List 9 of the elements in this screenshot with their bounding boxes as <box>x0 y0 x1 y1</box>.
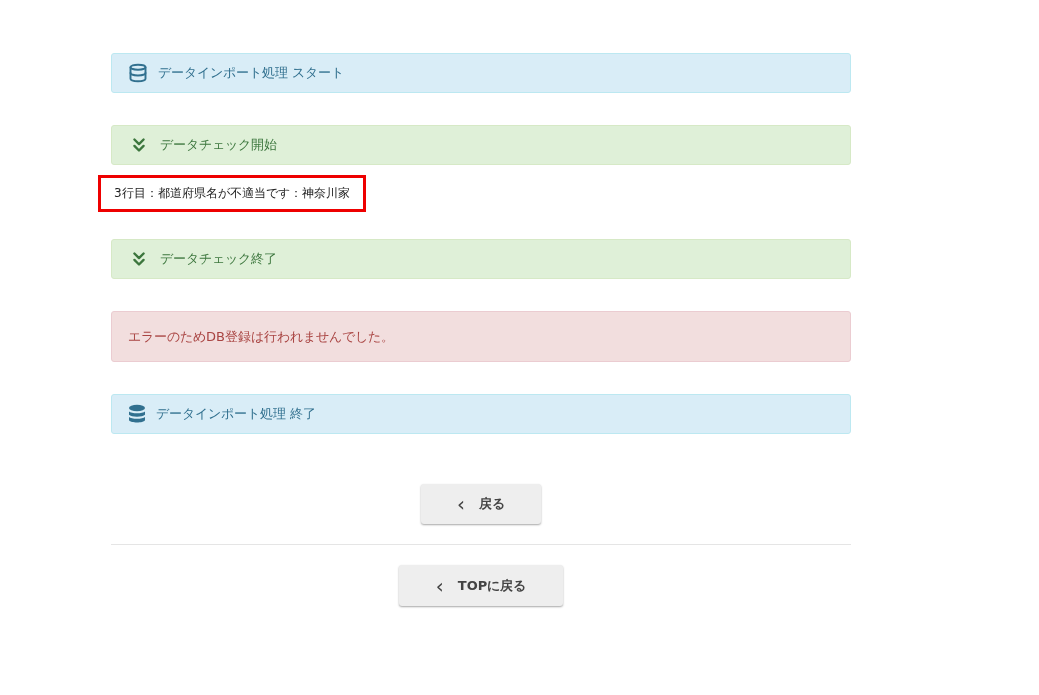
database-icon <box>128 63 148 83</box>
database-icon <box>128 404 146 424</box>
alert-text: データチェック終了 <box>160 250 277 268</box>
top-back-button[interactable]: ‹ TOPに戻る <box>398 565 564 606</box>
alert-text: データチェック開始 <box>160 136 277 154</box>
alert-text: エラーのためDB登録は行われませんでした。 <box>128 327 394 346</box>
back-button[interactable]: ‹ 戻る <box>421 484 541 524</box>
alert-text: データインポート処理 スタート <box>158 64 345 82</box>
alert-text: データインポート処理 終了 <box>156 405 317 423</box>
